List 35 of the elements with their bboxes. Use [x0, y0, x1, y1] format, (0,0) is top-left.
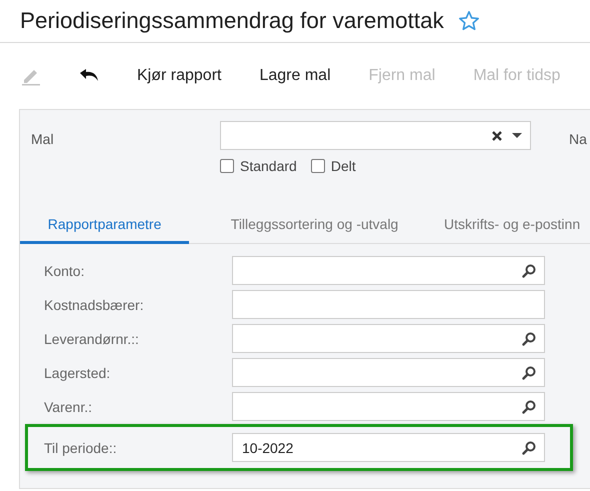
- star-icon[interactable]: [458, 10, 480, 32]
- tab[interactable]: Utskrifts- og e-postinn: [440, 216, 590, 244]
- tab[interactable]: Tilleggssortering og -utvalg: [189, 216, 440, 244]
- checkbox-label: Delt: [330, 158, 356, 174]
- field-label: Leverandørnr.::: [44, 330, 140, 346]
- field-value: 10-2022: [242, 440, 294, 456]
- search-icon[interactable]: [522, 264, 536, 278]
- tab[interactable]: Rapportparametre: [20, 216, 190, 244]
- field-label: Konto:: [44, 262, 86, 278]
- undo-button[interactable]: [79, 69, 99, 83]
- field-label: Kostnadsbærer:: [44, 296, 145, 312]
- field-label: Varenr.:: [44, 398, 93, 414]
- clear-icon[interactable]: [492, 130, 502, 140]
- page-title: Periodiseringssammendrag for varemottak: [20, 8, 444, 34]
- checkbox-label: Standard: [240, 158, 297, 174]
- search-icon[interactable]: [522, 332, 536, 346]
- input-field[interactable]: [232, 290, 545, 319]
- lookup-field[interactable]: [232, 358, 545, 387]
- checkbox[interactable]: [220, 159, 234, 173]
- search-icon[interactable]: [522, 400, 536, 414]
- field-label: Til periode::: [44, 440, 118, 456]
- checkbox[interactable]: [310, 159, 325, 173]
- lookup-field[interactable]: [232, 256, 545, 285]
- lookup-field[interactable]: 10-2022: [232, 433, 545, 462]
- search-icon[interactable]: [522, 366, 536, 380]
- toolbar-button[interactable]: Lagre mal: [259, 67, 331, 85]
- field-label: Lagersted:: [44, 364, 112, 380]
- undo-icon: [79, 69, 99, 83]
- search-icon[interactable]: [522, 440, 536, 454]
- lookup-field[interactable]: [232, 392, 545, 421]
- field-label: Mal: [31, 130, 55, 149]
- field-label: Na: [569, 130, 587, 149]
- lookup-field[interactable]: [232, 324, 545, 353]
- toolbar-button[interactable]: Kjør rapport: [137, 67, 222, 85]
- caret-icon[interactable]: [512, 132, 522, 138]
